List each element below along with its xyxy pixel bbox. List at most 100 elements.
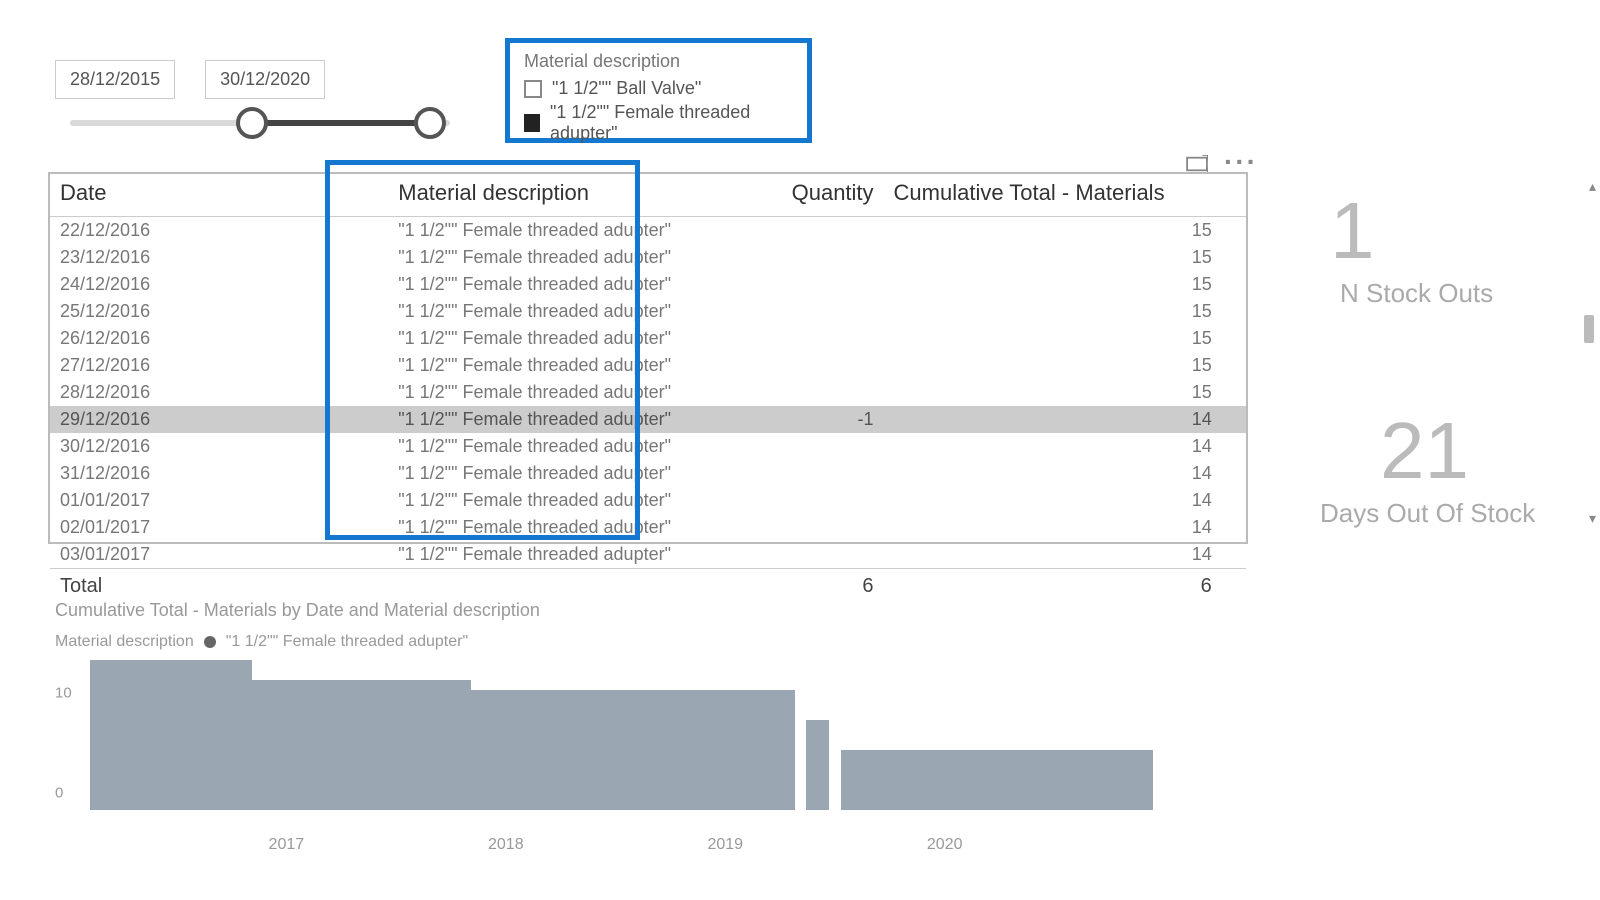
cell-qty: -1 — [751, 406, 884, 433]
chart-title: Cumulative Total - Materials by Date and… — [55, 600, 540, 621]
cumulative-area-chart[interactable]: 0102017201820192020 — [55, 660, 1245, 830]
cell-cum: 15 — [884, 379, 1222, 406]
table-row[interactable]: 22/12/2016"1 1/2"" Female threaded adupt… — [50, 217, 1246, 245]
chart-area-segment — [252, 680, 471, 810]
cell-cum: 14 — [884, 433, 1222, 460]
cell-date: 31/12/2016 — [50, 460, 388, 487]
col-header-date[interactable]: Date — [50, 174, 388, 217]
cell-qty — [751, 244, 884, 271]
cell-material: "1 1/2"" Female threaded adupter" — [388, 541, 750, 569]
cell-material: "1 1/2"" Female threaded adupter" — [388, 352, 750, 379]
table-row[interactable]: 31/12/2016"1 1/2"" Female threaded adupt… — [50, 460, 1246, 487]
date-from-box[interactable]: 28/12/2015 — [55, 60, 175, 99]
cell-qty — [751, 460, 884, 487]
date-slider-handle-start[interactable] — [236, 107, 268, 139]
col-header-quantity[interactable]: Quantity — [751, 174, 884, 217]
table-row[interactable]: 02/01/2017"1 1/2"" Female threaded adupt… — [50, 514, 1246, 541]
cell-date: 24/12/2016 — [50, 271, 388, 298]
chart-x-tick: 2018 — [488, 836, 524, 854]
date-slider-fill — [250, 120, 430, 126]
legend-title: Material description — [55, 633, 194, 651]
cell-qty — [751, 379, 884, 406]
col-header-material[interactable]: Material description — [388, 174, 750, 217]
table-row[interactable]: 28/12/2016"1 1/2"" Female threaded adupt… — [50, 379, 1246, 406]
slicer-item-label: "1 1/2"" Female threaded adupter" — [550, 102, 793, 144]
cell-material: "1 1/2"" Female threaded adupter" — [388, 325, 750, 352]
table-header-row: Date Material description Quantity Cumul… — [50, 174, 1246, 217]
cell-date: 01/01/2017 — [50, 487, 388, 514]
cell-cum: 14 — [884, 460, 1222, 487]
chart-x-tick: 2019 — [707, 836, 743, 854]
cell-cum: 14 — [884, 541, 1222, 569]
checkbox-unchecked-icon — [524, 80, 542, 98]
cell-date: 27/12/2016 — [50, 352, 388, 379]
cell-material: "1 1/2"" Female threaded adupter" — [388, 271, 750, 298]
cell-material: "1 1/2"" Female threaded adupter" — [388, 244, 750, 271]
total-qty: 6 — [751, 569, 884, 602]
cell-material: "1 1/2"" Female threaded adupter" — [388, 514, 750, 541]
table-row[interactable]: 03/01/2017"1 1/2"" Female threaded adupt… — [50, 541, 1246, 569]
cell-qty — [751, 325, 884, 352]
cell-cum: 14 — [884, 487, 1222, 514]
cell-qty — [751, 352, 884, 379]
cell-date: 03/01/2017 — [50, 541, 388, 569]
cell-cum: 15 — [884, 298, 1222, 325]
chart-y-tick: 10 — [55, 685, 72, 702]
cell-qty — [751, 487, 884, 514]
date-range-filter: 28/12/2015 30/12/2020 — [55, 60, 325, 99]
col-header-cumulative[interactable]: Cumulative Total - Materials — [884, 174, 1222, 217]
table-row[interactable]: 30/12/2016"1 1/2"" Female threaded adupt… — [50, 433, 1246, 460]
slicer-item-label: "1 1/2"" Ball Valve" — [552, 78, 701, 99]
table-row[interactable]: 24/12/2016"1 1/2"" Female threaded adupt… — [50, 271, 1246, 298]
table-row[interactable]: 29/12/2016"1 1/2"" Female threaded adupt… — [50, 406, 1246, 433]
kpi-days-out-label: Days Out Of Stock — [1320, 498, 1535, 529]
chart-x-tick: 2017 — [269, 836, 305, 854]
cell-cum: 15 — [884, 325, 1222, 352]
materials-table[interactable]: Date Material description Quantity Cumul… — [48, 172, 1248, 544]
chart-area-segment — [90, 660, 252, 810]
cell-date: 28/12/2016 — [50, 379, 388, 406]
cell-qty — [751, 514, 884, 541]
slicer-item-ball-valve[interactable]: "1 1/2"" Ball Valve" — [524, 78, 793, 99]
vertical-scroll-thumb[interactable] — [1584, 315, 1594, 343]
kpi-stockouts-label: N Stock Outs — [1340, 278, 1493, 309]
table-row[interactable]: 25/12/2016"1 1/2"" Female threaded adupt… — [50, 298, 1246, 325]
scroll-up-icon[interactable]: ▴ — [1589, 178, 1596, 195]
date-to-box[interactable]: 30/12/2020 — [205, 60, 325, 99]
chart-x-tick: 2020 — [927, 836, 963, 854]
slicer-item-female-adapter[interactable]: "1 1/2"" Female threaded adupter" — [524, 102, 793, 144]
chart-legend[interactable]: Material description "1 1/2"" Female thr… — [55, 633, 468, 651]
cell-cum: 15 — [884, 217, 1222, 245]
focus-mode-icon[interactable] — [1186, 155, 1208, 173]
cell-cum: 15 — [884, 352, 1222, 379]
cell-cum: 14 — [884, 406, 1222, 433]
cell-cum: 14 — [884, 514, 1222, 541]
cell-date: 23/12/2016 — [50, 244, 388, 271]
date-slider-handle-end[interactable] — [414, 107, 446, 139]
cell-material: "1 1/2"" Female threaded adupter" — [388, 433, 750, 460]
cell-cum: 15 — [884, 244, 1222, 271]
chart-area-segment — [471, 690, 794, 810]
table-row[interactable]: 01/01/2017"1 1/2"" Female threaded adupt… — [50, 487, 1246, 514]
cell-qty — [751, 433, 884, 460]
scroll-down-icon[interactable]: ▾ — [1589, 510, 1596, 527]
chart-area-segment — [841, 750, 1153, 810]
cell-qty — [751, 298, 884, 325]
cell-date: 02/01/2017 — [50, 514, 388, 541]
cell-date: 30/12/2016 — [50, 433, 388, 460]
kpi-stockouts-value: 1 — [1330, 185, 1375, 277]
cell-material: "1 1/2"" Female threaded adupter" — [388, 298, 750, 325]
cell-date: 29/12/2016 — [50, 406, 388, 433]
cell-material: "1 1/2"" Female threaded adupter" — [388, 487, 750, 514]
cell-material: "1 1/2"" Female threaded adupter" — [388, 460, 750, 487]
table-row[interactable]: 27/12/2016"1 1/2"" Female threaded adupt… — [50, 352, 1246, 379]
table-row[interactable]: 23/12/2016"1 1/2"" Female threaded adupt… — [50, 244, 1246, 271]
total-label: Total — [50, 569, 388, 602]
more-options-icon[interactable]: ··· — [1224, 152, 1258, 172]
cell-qty — [751, 271, 884, 298]
slicer-title: Material description — [524, 51, 793, 72]
material-slicer: Material description "1 1/2"" Ball Valve… — [505, 38, 812, 143]
table-row[interactable]: 26/12/2016"1 1/2"" Female threaded adupt… — [50, 325, 1246, 352]
table-total-row: Total 6 6 — [50, 569, 1246, 602]
cell-date: 22/12/2016 — [50, 217, 388, 245]
